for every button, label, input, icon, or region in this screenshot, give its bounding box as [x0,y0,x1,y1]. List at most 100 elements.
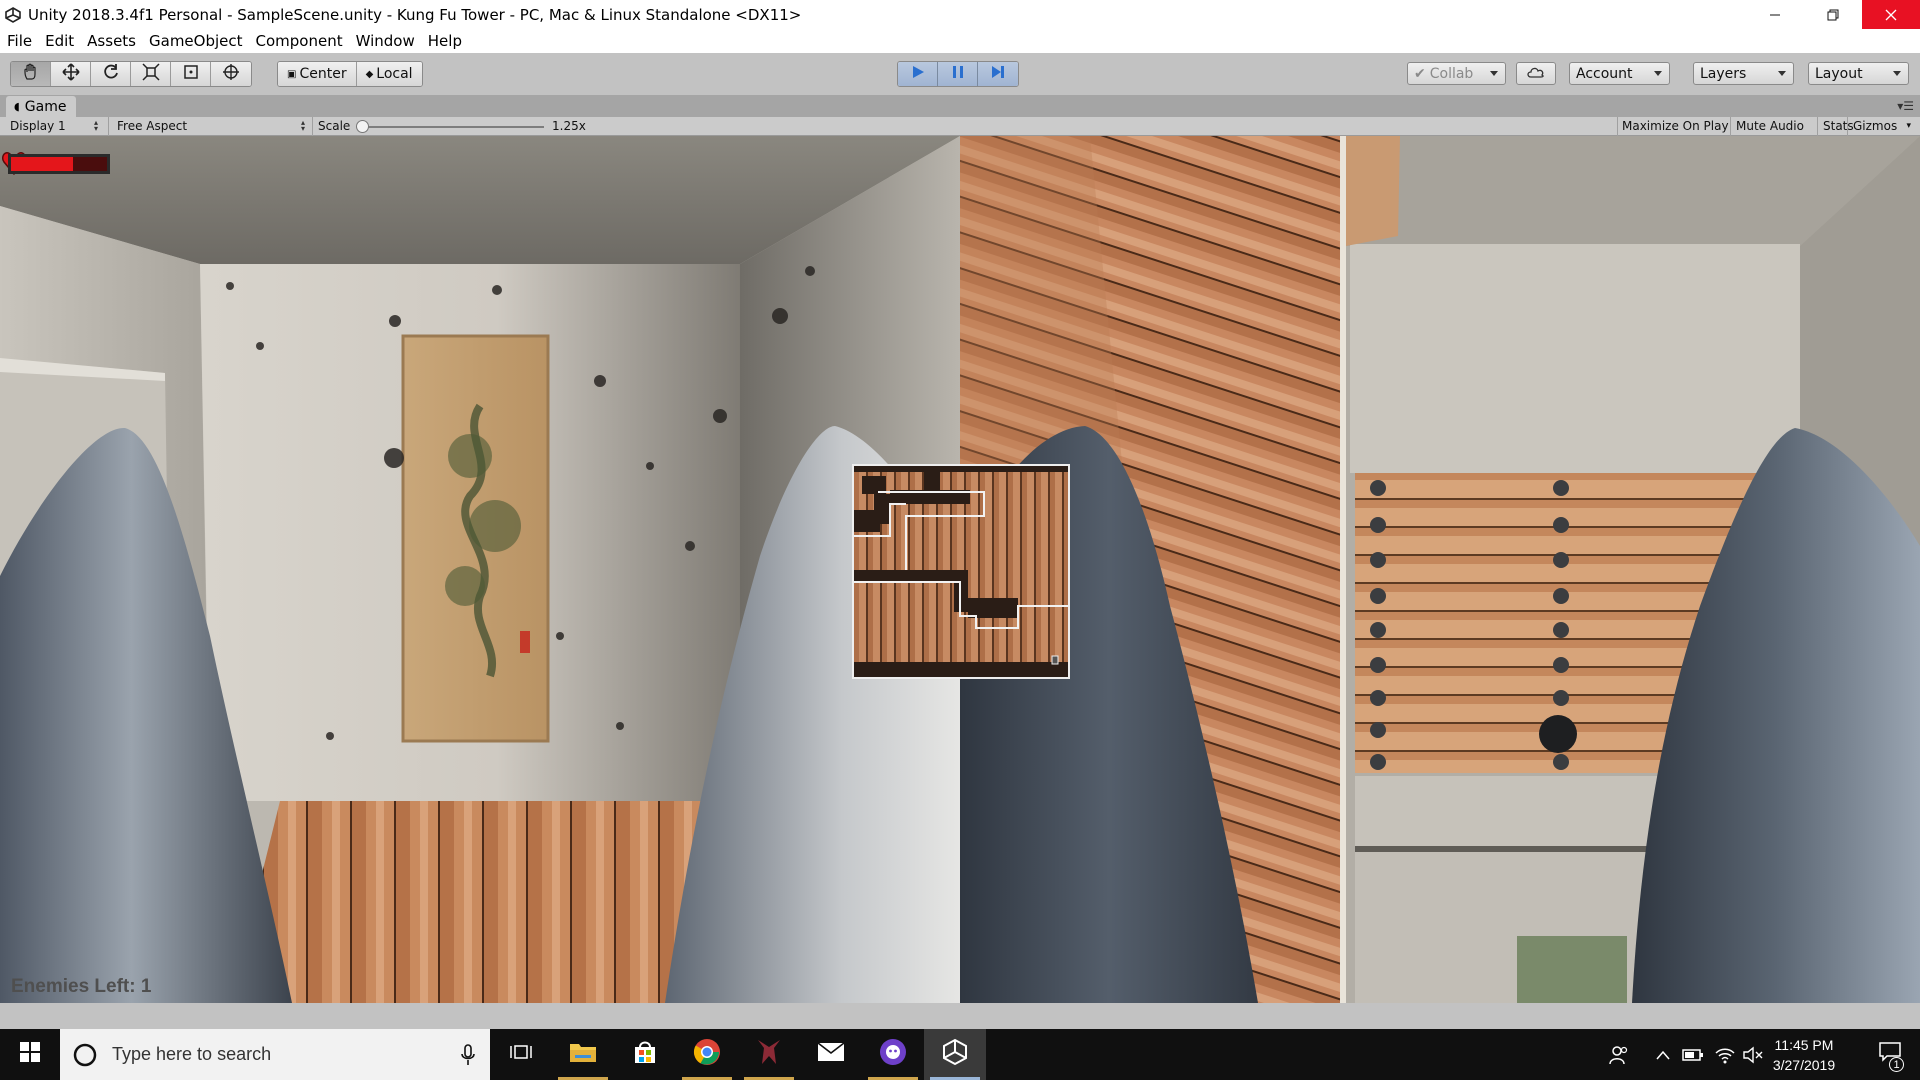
notification-count: 1 [1889,1057,1904,1072]
caret-down-icon [1654,71,1662,76]
layers-label: Layers [1700,65,1747,82]
layers-dropdown[interactable]: Layers [1693,62,1794,85]
microphone-icon[interactable] [460,1043,476,1066]
maximize-on-play-toggle[interactable]: Maximize On Play [1622,117,1729,135]
gizmos-dropdown[interactable]: Gizmos ▾ [1853,117,1911,135]
mail-icon [817,1042,845,1067]
cloud-icon [1526,65,1546,83]
tab-game[interactable]: ◖ Game [6,96,77,117]
collab-dropdown[interactable]: ✔ Collab [1407,62,1506,85]
enemies-left-counter: Enemies Left: 1 [11,976,152,997]
transform-icon [222,63,240,86]
menu-gameobject[interactable]: GameObject [149,32,243,50]
game-app-button[interactable] [738,1029,800,1080]
updown-icon: ▴ ▾ [300,118,305,133]
pivot-local-button[interactable]: ◆ Local [356,62,422,86]
store-icon [632,1039,658,1070]
start-button[interactable] [0,1029,60,1080]
game-app-icon [756,1038,782,1071]
health-bar-fill [11,157,74,171]
unity-taskbar-button[interactable] [924,1029,986,1080]
cortana-icon [72,1042,98,1068]
search-placeholder: Type here to search [112,1044,272,1064]
title-bar: Unity 2018.3.4f1 Personal - SampleScene.… [0,0,1920,29]
chevron-up-icon[interactable] [1648,1029,1678,1080]
transform-tools [10,61,252,87]
game-tab-row: ◖ Game ▾☰ [0,95,1920,117]
divider [108,117,109,136]
people-icon[interactable] [1604,1029,1634,1080]
menu-assets[interactable]: Assets [87,32,136,50]
caret-down-icon: ▾ [1906,121,1911,131]
mail-button[interactable] [800,1029,862,1080]
aspect-label: Free Aspect [117,119,188,133]
clock-time: 11:45 PM [1774,1037,1834,1053]
battery-icon[interactable] [1678,1029,1708,1080]
game-viewport[interactable]: Enemies Left: 1 [0,136,1920,1003]
taskbar-clock[interactable]: 11:45 PM 3/27/2019 [1762,1035,1846,1075]
chrome-button[interactable] [676,1029,738,1080]
pacman-icon: ◖ [14,100,20,113]
layout-dropdown[interactable]: Layout [1808,62,1909,85]
aspect-dropdown[interactable]: Free Aspect ▴ ▾ [117,117,309,135]
scale-tool-button[interactable] [131,62,171,86]
windows-taskbar: Type here to search 11:45 PM 3/27/2019 1 [0,1029,1920,1080]
rotate-tool-button[interactable] [91,62,131,86]
divider [312,117,313,136]
minimize-button[interactable] [1746,0,1804,29]
updown-icon: ▴ ▾ [93,118,98,133]
file-explorer-button[interactable] [552,1029,614,1080]
pause-icon [950,64,966,85]
hand-icon [22,63,40,86]
check-icon: ✔ [1414,65,1426,82]
move-tool-button[interactable] [51,62,91,86]
pivot-center-button[interactable]: ▣ Center [278,62,357,86]
play-controls [897,61,1019,87]
close-button[interactable] [1862,0,1920,29]
transform-tool-button[interactable] [211,62,251,86]
store-button[interactable] [614,1029,676,1080]
account-dropdown[interactable]: Account [1569,62,1670,85]
menu-component[interactable]: Component [256,32,343,50]
cloud-button[interactable] [1516,62,1556,85]
scale-slider-thumb[interactable] [356,120,369,133]
github-icon [879,1038,907,1071]
task-view-button[interactable] [490,1029,552,1080]
caret-down-icon [1893,71,1901,76]
main-toolbar: ▣ Center ◆ Local ✔ Collab Account Layers… [0,53,1920,95]
mute-audio-toggle[interactable]: Mute Audio [1736,117,1804,135]
stats-toggle[interactable]: Stats [1823,117,1854,135]
menu-window[interactable]: Window [356,32,415,50]
tab-menu-icon[interactable]: ▾☰ [1897,99,1914,113]
play-button[interactable] [898,62,938,86]
scale-slider-track[interactable] [360,126,544,128]
rect-tool-button[interactable] [171,62,211,86]
menu-help[interactable]: Help [428,32,462,50]
menu-file[interactable]: File [7,32,32,50]
menu-edit[interactable]: Edit [45,32,74,50]
pause-button[interactable] [938,62,978,86]
unity-logo-icon [4,6,22,24]
step-button[interactable] [978,62,1018,86]
layout-label: Layout [1815,65,1863,82]
taskbar-search-box[interactable]: Type here to search [60,1029,490,1080]
pivot-local-label: Local [376,66,413,82]
display-dropdown[interactable]: Display 1 ▴ ▾ [10,117,102,135]
restore-button[interactable] [1804,0,1862,29]
github-desktop-button[interactable] [862,1029,924,1080]
health-bar [8,154,110,174]
divider [1730,117,1731,136]
file-explorer-icon [569,1041,597,1068]
pivot-controls: ▣ Center ◆ Local [277,61,423,87]
chrome-icon [693,1038,721,1071]
step-icon [990,64,1006,85]
wifi-icon[interactable] [1710,1029,1740,1080]
minimap-render [854,466,1068,677]
hand-tool-button[interactable] [11,62,51,86]
rect-icon [182,63,200,86]
action-center-button[interactable]: 1 [1866,1029,1914,1080]
clock-date: 3/27/2019 [1772,1057,1836,1073]
scale-label: Scale [318,119,351,133]
window-controls [1746,0,1920,29]
move-icon [61,62,80,86]
